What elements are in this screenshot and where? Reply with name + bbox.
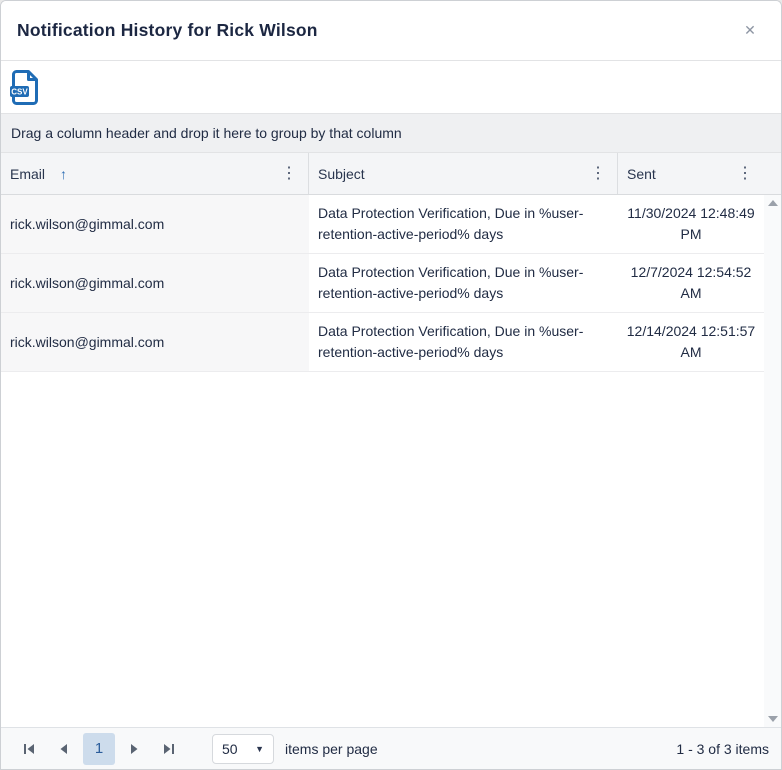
page-size-value: 50 xyxy=(222,741,238,757)
first-page-icon xyxy=(23,743,35,755)
cell-email: rick.wilson@gimmal.com xyxy=(1,195,309,253)
csv-file-icon: CSV xyxy=(9,69,41,106)
sort-ascending-icon: ↑ xyxy=(60,166,67,182)
grid-rows: rick.wilson@gimmal.com Data Protection V… xyxy=(1,195,764,727)
column-header-sent-label: Sent xyxy=(627,166,656,182)
cell-sent: 12/14/2024 12:51:57 AM xyxy=(618,313,764,371)
next-page-button[interactable] xyxy=(118,733,150,765)
cell-subject: Data Protection Verification, Due in %us… xyxy=(309,313,618,371)
group-by-dropzone[interactable]: Drag a column header and drop it here to… xyxy=(1,113,781,153)
grid-toolbar: CSV xyxy=(1,61,781,113)
column-header-sent[interactable]: Sent ⋮ xyxy=(618,153,764,194)
table-row[interactable]: rick.wilson@gimmal.com Data Protection V… xyxy=(1,313,764,372)
export-csv-button[interactable]: CSV xyxy=(9,69,41,106)
scroll-down-icon[interactable] xyxy=(768,716,778,722)
svg-text:CSV: CSV xyxy=(11,87,28,96)
column-header-email[interactable]: Email ↑ ⋮ xyxy=(1,153,309,194)
cell-subject: Data Protection Verification, Due in %us… xyxy=(309,254,618,312)
pager: 1 50 ▼ items per page 1 - 3 of 3 items xyxy=(1,727,781,769)
chevron-down-icon: ▼ xyxy=(255,744,264,754)
items-per-page-label: items per page xyxy=(285,741,378,757)
column-menu-icon[interactable]: ⋮ xyxy=(588,161,608,187)
column-header-subject-label: Subject xyxy=(318,166,365,182)
table-row[interactable]: rick.wilson@gimmal.com Data Protection V… xyxy=(1,195,764,254)
cell-sent: 12/7/2024 12:54:52 AM xyxy=(618,254,764,312)
vertical-scrollbar[interactable] xyxy=(764,195,781,727)
column-menu-icon[interactable]: ⋮ xyxy=(279,161,299,187)
dialog-title: Notification History for Rick Wilson xyxy=(17,20,318,41)
cell-email: rick.wilson@gimmal.com xyxy=(1,313,309,371)
grid-body: rick.wilson@gimmal.com Data Protection V… xyxy=(1,195,781,727)
page-number-button[interactable]: 1 xyxy=(83,733,115,765)
cell-sent: 11/30/2024 12:48:49 PM xyxy=(618,195,764,253)
last-page-icon xyxy=(163,743,175,755)
group-by-hint: Drag a column header and drop it here to… xyxy=(11,125,402,141)
grid-header-row: Email ↑ ⋮ Subject ⋮ Sent ⋮ xyxy=(1,153,781,195)
close-icon[interactable]: ✕ xyxy=(735,16,765,46)
cell-subject: Data Protection Verification, Due in %us… xyxy=(309,195,618,253)
next-page-icon xyxy=(128,743,140,755)
cell-email: rick.wilson@gimmal.com xyxy=(1,254,309,312)
column-menu-icon[interactable]: ⋮ xyxy=(735,161,755,187)
table-row[interactable]: rick.wilson@gimmal.com Data Protection V… xyxy=(1,254,764,313)
previous-page-button[interactable] xyxy=(48,733,80,765)
notification-history-dialog: Notification History for Rick Wilson ✕ C… xyxy=(0,0,782,770)
page-size-select[interactable]: 50 ▼ xyxy=(212,734,274,764)
last-page-button[interactable] xyxy=(153,733,185,765)
previous-page-icon xyxy=(58,743,70,755)
column-header-email-label: Email xyxy=(10,166,45,182)
dialog-titlebar: Notification History for Rick Wilson ✕ xyxy=(1,1,781,61)
pager-summary: 1 - 3 of 3 items xyxy=(676,741,769,757)
column-header-subject[interactable]: Subject ⋮ xyxy=(309,153,618,194)
scroll-up-icon[interactable] xyxy=(768,200,778,206)
first-page-button[interactable] xyxy=(13,733,45,765)
